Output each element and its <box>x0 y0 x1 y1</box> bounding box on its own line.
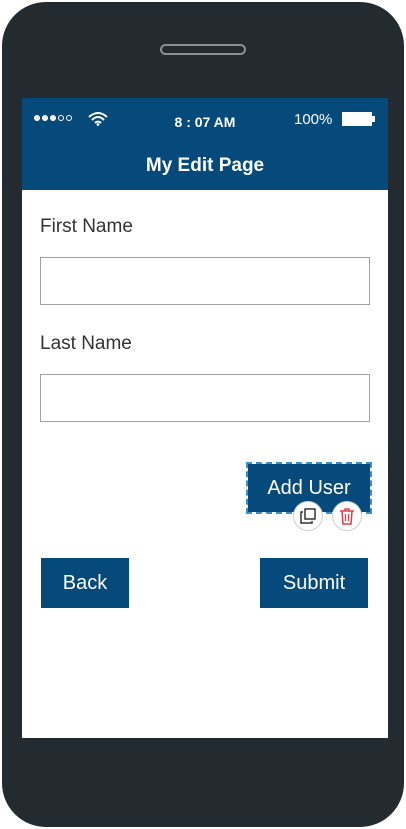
phone-frame: 8 : 07 AM 100% My Edit Page First Name L… <box>2 2 404 827</box>
page-title: My Edit Page <box>22 142 388 190</box>
battery-icon <box>342 112 372 126</box>
status-bar: 8 : 07 AM 100% <box>22 98 388 142</box>
copy-glyph-icon <box>300 508 316 524</box>
status-time: 8 : 07 AM <box>174 114 236 130</box>
battery-percentage: 100% <box>294 111 333 128</box>
copy-icon[interactable] <box>293 501 323 531</box>
trash-glyph-icon <box>340 507 354 525</box>
last-name-field[interactable] <box>40 374 370 422</box>
last-name-label: Last Name <box>40 333 132 354</box>
trash-icon[interactable] <box>332 501 362 531</box>
first-name-field[interactable] <box>40 257 370 305</box>
phone-screen: 8 : 07 AM 100% My Edit Page First Name L… <box>22 98 388 738</box>
submit-button[interactable]: Submit <box>260 558 368 608</box>
back-button[interactable]: Back <box>41 558 129 608</box>
phone-speaker <box>160 44 246 55</box>
first-name-label: First Name <box>40 216 133 237</box>
battery-tip <box>372 116 375 122</box>
